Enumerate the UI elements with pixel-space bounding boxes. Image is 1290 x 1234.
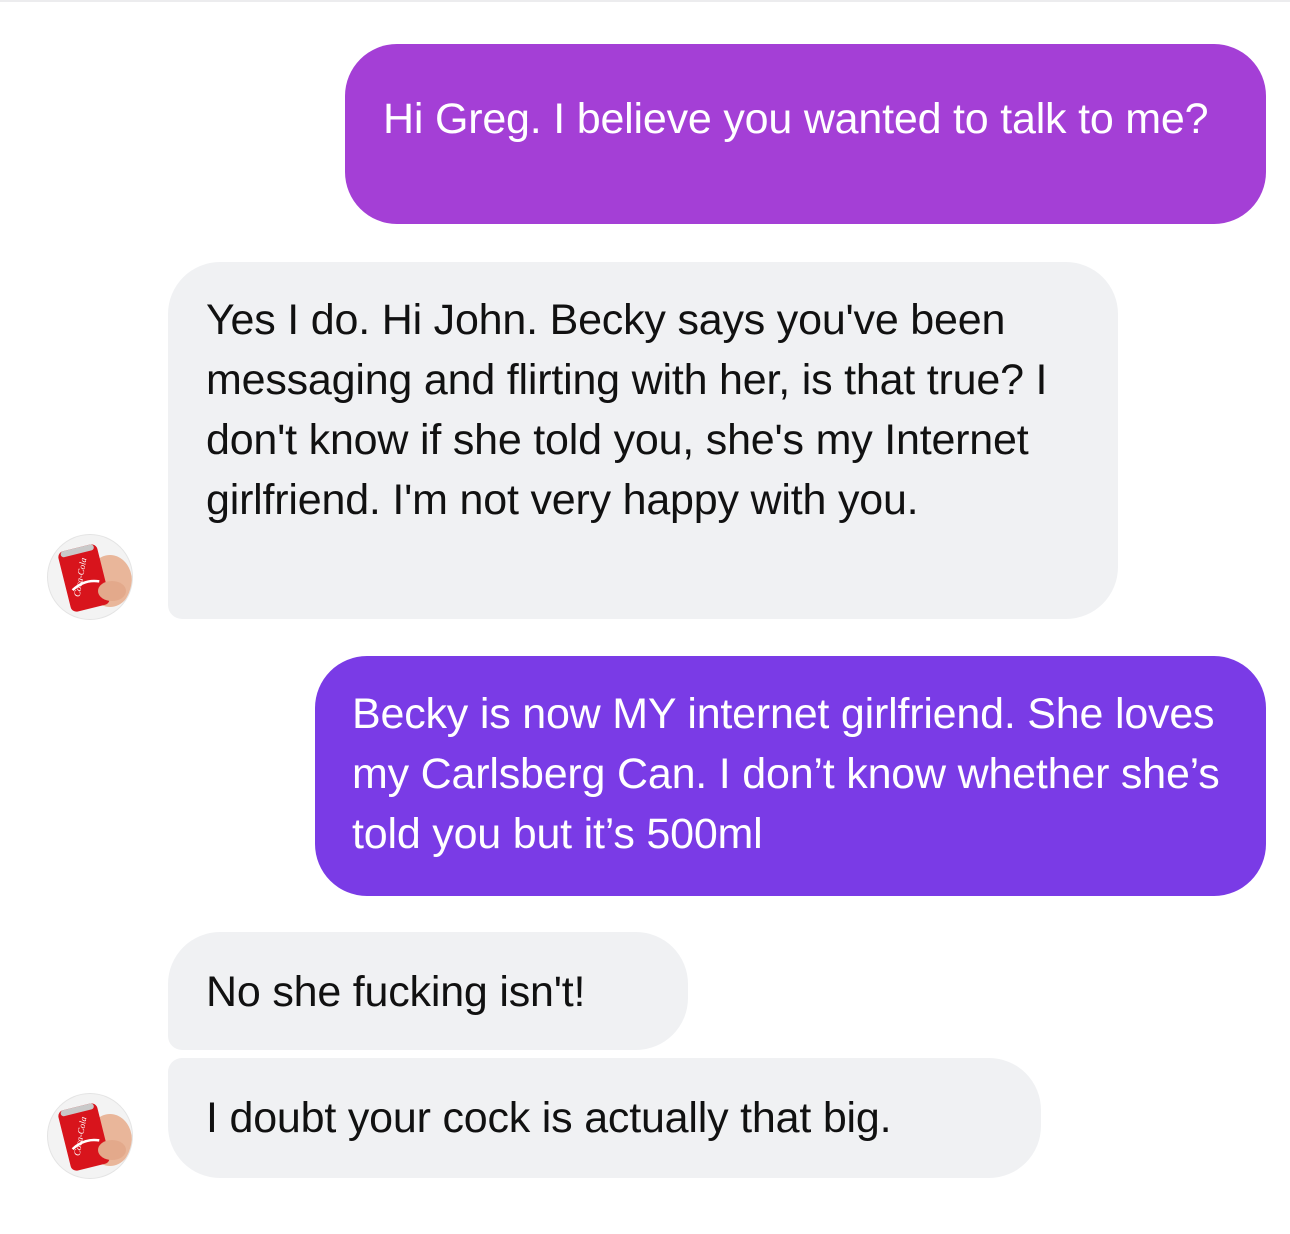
message-text: Becky is now MY internet girlfriend. She… — [352, 690, 1220, 858]
message-bubble-incoming[interactable]: Yes I do. Hi John. Becky says you've bee… — [168, 262, 1118, 619]
message-text: No she fucking isn't! — [206, 968, 586, 1016]
message-bubble-incoming[interactable]: No she fucking isn't! — [168, 932, 688, 1050]
message-bubble-outgoing[interactable]: Hi Greg. I believe you wanted to talk to… — [345, 44, 1266, 224]
contact-avatar[interactable]: Coca-Cola — [48, 1094, 132, 1178]
message-text: I doubt your cock is actually that big. — [206, 1094, 892, 1142]
message-bubble-outgoing[interactable]: Becky is now MY internet girlfriend. She… — [315, 656, 1266, 896]
message-bubble-incoming[interactable]: I doubt your cock is actually that big. — [168, 1058, 1041, 1178]
message-text: Hi Greg. I believe you wanted to talk to… — [383, 95, 1209, 143]
top-divider — [0, 0, 1290, 2]
message-text: Yes I do. Hi John. Becky says you've bee… — [206, 296, 1048, 524]
contact-avatar[interactable]: Coca-Cola — [48, 535, 132, 619]
coca-cola-can-in-hand-icon: Coca-Cola — [58, 544, 132, 612]
coca-cola-can-in-hand-icon: Coca-Cola — [58, 1103, 132, 1171]
